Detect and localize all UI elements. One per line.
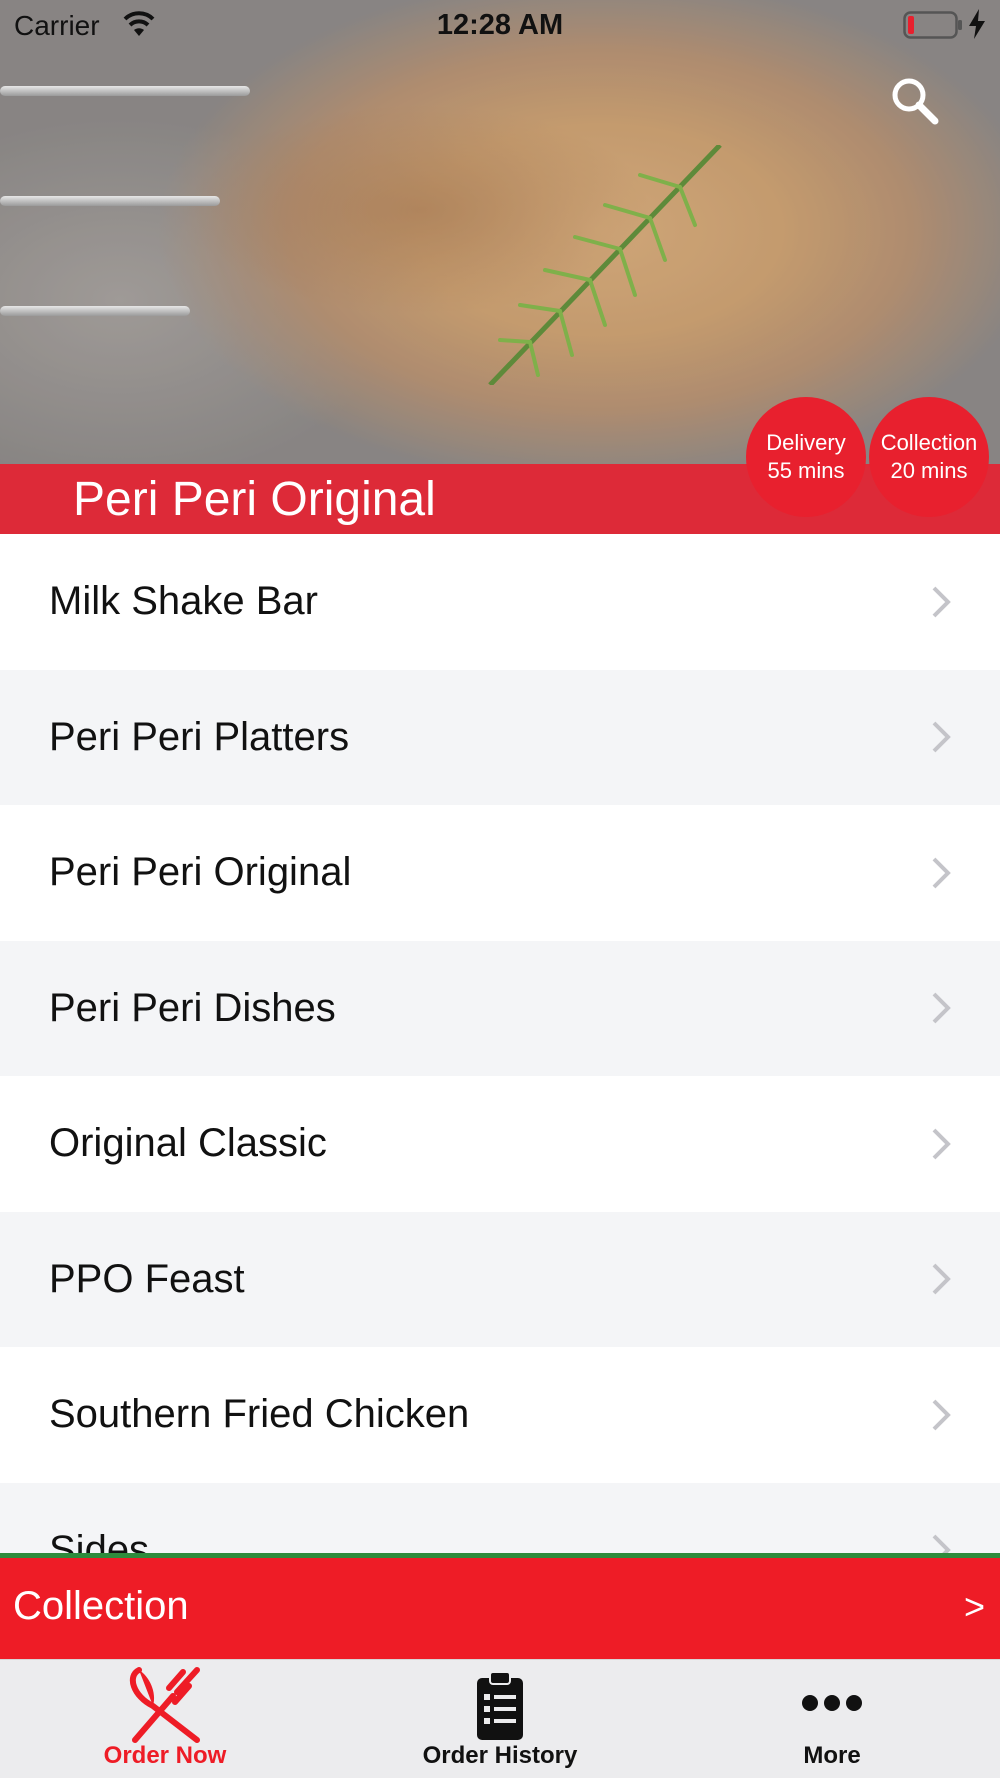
collection-time: 20 mins — [890, 458, 968, 483]
more-dots-icon — [802, 1695, 862, 1711]
chevron-right-icon — [932, 1399, 951, 1431]
search-icon[interactable] — [890, 76, 940, 126]
menu-item-ppo-feast[interactable]: PPO Feast — [0, 1211, 1000, 1347]
menu-item-label: Original Classic — [49, 1121, 327, 1166]
tab-more[interactable]: More — [752, 1660, 912, 1778]
collection-time-badge: Collection 20 mins — [869, 397, 989, 517]
delivery-time-badge: Delivery 55 mins — [746, 397, 866, 517]
menu-item-label: Sides — [49, 1527, 150, 1554]
tab-order-now[interactable]: Order Now — [60, 1660, 270, 1778]
chevron-right-icon — [932, 1534, 951, 1554]
chevron-right-icon — [932, 992, 951, 1024]
menu-item-sides[interactable]: Sides — [0, 1482, 1000, 1554]
chevron-right-icon — [932, 721, 951, 753]
chevron-right-icon — [932, 857, 951, 889]
menu-item-label: Peri Peri Platters — [49, 714, 350, 759]
order-mode-button[interactable]: Collection > — [0, 1558, 1000, 1659]
clipboard-icon — [477, 1671, 523, 1740]
battery-icon — [903, 11, 962, 39]
menu-item-southern-fried-chicken[interactable]: Southern Fried Chicken — [0, 1347, 1000, 1483]
tab-label: Order History — [422, 1742, 578, 1769]
menu-item-peri-peri-platters[interactable]: Peri Peri Platters — [0, 669, 1000, 805]
menu-item-peri-peri-original[interactable]: Peri Peri Original — [0, 805, 1000, 941]
collection-label: Collection — [880, 430, 978, 455]
menu-item-label: Southern Fried Chicken — [49, 1392, 470, 1437]
grill-bar — [0, 306, 190, 316]
menu-item-label: Milk Shake Bar — [49, 579, 318, 624]
order-mode-label: Collection — [13, 1584, 189, 1628]
chevron-right-icon — [932, 1263, 951, 1295]
clock: 12:28 AM — [436, 9, 564, 41]
menu-item-original-classic[interactable]: Original Classic — [0, 1076, 1000, 1212]
delivery-label: Delivery — [766, 430, 846, 455]
delivery-time: 55 mins — [767, 458, 845, 483]
grill-bar — [0, 86, 250, 96]
tab-label: More — [803, 1742, 861, 1769]
menu-item-milk-shake-bar[interactable]: Milk Shake Bar — [0, 534, 1000, 670]
menu-category-list[interactable]: Milk Shake Bar Peri Peri Platters Peri P… — [0, 534, 1000, 1554]
tab-label: Order Now — [103, 1742, 227, 1769]
charging-bolt-icon — [969, 9, 985, 39]
rosemary-garnish — [488, 145, 722, 385]
grill-bar — [0, 196, 220, 206]
tab-order-history[interactable]: Order History — [390, 1660, 610, 1778]
status-bar: Carrier 12:28 AM — [0, 0, 1000, 50]
menu-item-label: Peri Peri Dishes — [49, 985, 336, 1030]
chevron-right-icon — [932, 586, 951, 618]
fork-knife-icon — [129, 1667, 200, 1743]
chevron-right-icon — [932, 1128, 951, 1160]
page-title: Peri Peri Original — [73, 473, 436, 526]
menu-item-peri-peri-dishes[interactable]: Peri Peri Dishes — [0, 940, 1000, 1076]
menu-item-label: Peri Peri Original — [49, 850, 352, 895]
order-mode-arrow: > — [963, 1586, 985, 1627]
menu-item-label: PPO Feast — [49, 1256, 245, 1301]
tab-bar: Order Now Order History More — [0, 1659, 1000, 1778]
